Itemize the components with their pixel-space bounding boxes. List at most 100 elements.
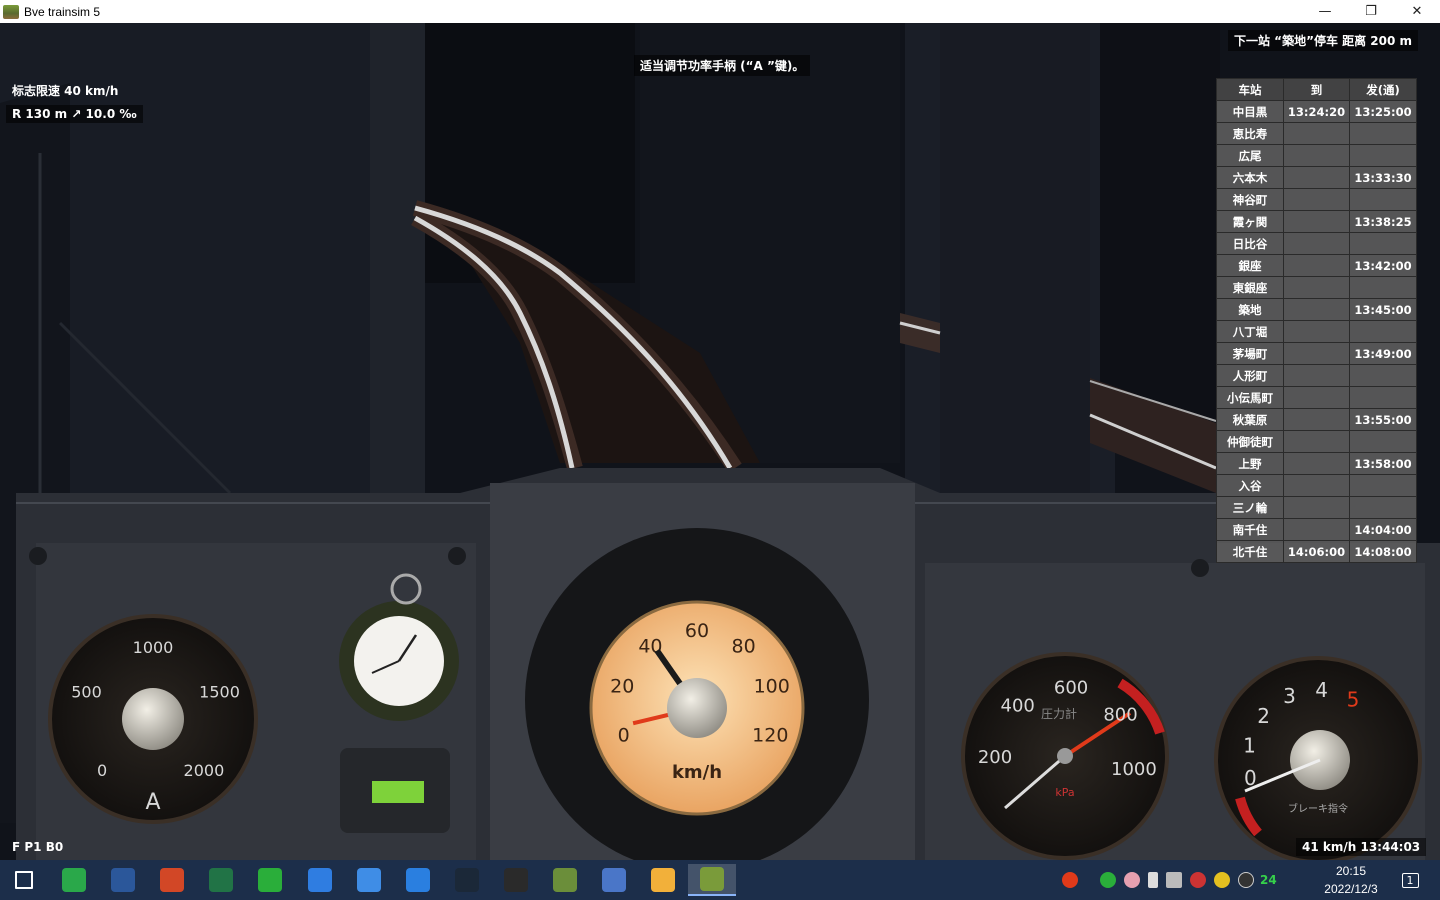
- taskbar-wechat-button[interactable]: [246, 864, 294, 896]
- timetable-departure-cell: 13:42:00: [1349, 254, 1417, 277]
- timetable-arrival-cell: [1283, 144, 1350, 167]
- timetable-row: 中目黒 13:24:20 13:25:00: [1216, 100, 1417, 123]
- taskbar-clock[interactable]: 20:15 2022/12/3: [1306, 862, 1396, 898]
- timetable-header-arrival: 到: [1283, 78, 1350, 101]
- timetable-departure-cell: [1349, 232, 1417, 255]
- speed-time-readout: 41 km/h 13:44:03: [1296, 838, 1427, 856]
- timetable-row: 霞ヶ関 13:38:25: [1216, 210, 1417, 233]
- timetable-departure-cell: [1349, 188, 1417, 211]
- pressure-tick-label: 1000: [1111, 759, 1157, 780]
- ammeter-tick-label: 2000: [184, 761, 225, 780]
- pressure-tick-label: 400: [1001, 695, 1035, 716]
- timetable-station-cell: 秋葉原: [1216, 408, 1284, 431]
- speedometer-tick-label: 80: [731, 635, 755, 657]
- clock-date: 2022/12/3: [1324, 882, 1378, 896]
- powerpoint-icon: [160, 868, 185, 892]
- brake-tick-label: 4: [1315, 678, 1328, 702]
- timetable-row: 日比谷: [1216, 232, 1417, 255]
- usb-icon[interactable]: [1148, 872, 1158, 888]
- brake-tick-label: 5: [1347, 687, 1360, 711]
- timetable-station-cell: 上野: [1216, 452, 1284, 475]
- browser-icon: [62, 868, 86, 892]
- notification-icon[interactable]: 1: [1396, 866, 1424, 894]
- steam-icon: [454, 868, 479, 892]
- taskbar-browser-button[interactable]: [50, 864, 98, 896]
- app-tray-icon[interactable]: [1214, 872, 1230, 888]
- timetable-arrival-cell: [1283, 254, 1350, 277]
- timetable-row: 茅場町 13:49:00: [1216, 342, 1417, 365]
- system-tray: 24: [1058, 860, 1277, 900]
- speedometer-tick-label: 120: [752, 725, 788, 747]
- timetable-departure-cell: 13:25:00: [1349, 100, 1417, 123]
- timetable-station-cell: 霞ヶ関: [1216, 210, 1284, 233]
- timetable-row: 人形町: [1216, 364, 1417, 387]
- timetable-arrival-cell: 14:06:00: [1283, 540, 1350, 563]
- taskbar-start-button[interactable]: [0, 864, 48, 896]
- taskbar-meeting-button[interactable]: [394, 864, 442, 896]
- timetable-arrival-cell: [1283, 408, 1350, 431]
- excel-icon: [209, 868, 234, 892]
- restore-button[interactable]: ❐: [1348, 0, 1394, 23]
- timetable-arrival-cell: [1283, 166, 1350, 189]
- taskbar-bve-button[interactable]: [688, 864, 737, 896]
- input-method-icon[interactable]: [1062, 872, 1078, 888]
- brake-tick-label: 0: [1244, 766, 1257, 790]
- hint-message: 适当调节功率手柄 (“A ”键)。: [634, 55, 811, 76]
- notch-status: F P1 B0: [12, 840, 64, 854]
- taskbar-steam-button[interactable]: [443, 864, 491, 896]
- pressure-unit-label: kPa: [1055, 786, 1074, 799]
- timetable-row: 秋葉原 13:55:00: [1216, 408, 1417, 431]
- notification-count: 1: [1401, 872, 1419, 888]
- timetable-departure-cell: 13:45:00: [1349, 298, 1417, 321]
- word-icon: [111, 868, 136, 892]
- timetable-arrival-cell: [1283, 496, 1350, 519]
- taskbar-mail-button[interactable]: [345, 864, 393, 896]
- timetable-arrival-cell: [1283, 232, 1350, 255]
- brake-gauge-label: ブレーキ指令: [1288, 802, 1348, 815]
- timetable-row: 三ノ輪: [1216, 496, 1417, 519]
- timetable-departure-cell: [1349, 320, 1417, 343]
- speed-limit-info: 标志限速 40 km/h: [12, 84, 119, 98]
- clock-time: 20:15: [1335, 864, 1367, 878]
- timetable-row: 神谷町: [1216, 188, 1417, 211]
- volume-icon[interactable]: [1166, 872, 1182, 888]
- bve-window: { "window": { "title": "Bve trainsim 5",…: [0, 0, 1440, 900]
- qq-icon[interactable]: [1238, 872, 1254, 888]
- timetable-station-cell: 広尾: [1216, 144, 1284, 167]
- timetable-station-cell: 神谷町: [1216, 188, 1284, 211]
- timetable-station-cell: 北千住: [1216, 540, 1284, 563]
- window-title: Bve trainsim 5: [24, 4, 101, 19]
- taskbar-epic-button[interactable]: [492, 864, 540, 896]
- minimize-button[interactable]: —: [1302, 0, 1348, 23]
- taskbar-minecraft-button[interactable]: [541, 864, 589, 896]
- ammeter-tick-label: 500: [71, 682, 102, 701]
- security-icon[interactable]: [1190, 872, 1206, 888]
- taskbar-notes-button[interactable]: [639, 864, 687, 896]
- pressure-gauge-label: 圧力計: [1041, 706, 1077, 721]
- taskbar-excel-button[interactable]: [197, 864, 245, 896]
- speedometer-unit-label: km/h: [672, 762, 722, 783]
- ammeter-tick-label: 0: [97, 761, 107, 780]
- bve-app-icon: [3, 4, 19, 19]
- brake-tick-label: 1: [1243, 733, 1256, 757]
- wechat-tray-icon[interactable]: [1100, 872, 1116, 888]
- taskbar-feishu-button[interactable]: [296, 864, 344, 896]
- taskbar-word-button[interactable]: [99, 864, 147, 896]
- taskbar-powerpoint-button[interactable]: [148, 864, 196, 896]
- timetable-row: 築地 13:45:00: [1216, 298, 1417, 321]
- flower-tray-icon[interactable]: [1124, 872, 1140, 888]
- timetable-departure-cell: 13:38:25: [1349, 210, 1417, 233]
- close-button[interactable]: ✕: [1394, 0, 1440, 23]
- timetable-arrival-cell: [1283, 452, 1350, 475]
- taskbar-mapping-button[interactable]: [590, 864, 638, 896]
- timetable-station-cell: 中目黒: [1216, 100, 1284, 123]
- timetable-departure-cell: 13:49:00: [1349, 342, 1417, 365]
- mail-icon: [356, 868, 381, 892]
- tray-number: 24: [1260, 873, 1277, 887]
- timetable-row: 北千住 14:06:00 14:08:00: [1216, 540, 1417, 563]
- title-bar: Bve trainsim 5 — ❐ ✕: [0, 0, 1440, 23]
- bve-icon: [700, 867, 725, 891]
- timetable-departure-cell: [1349, 474, 1417, 497]
- timetable-arrival-cell: [1283, 430, 1350, 453]
- timetable-header-row: 车站 到 发(通): [1216, 78, 1417, 101]
